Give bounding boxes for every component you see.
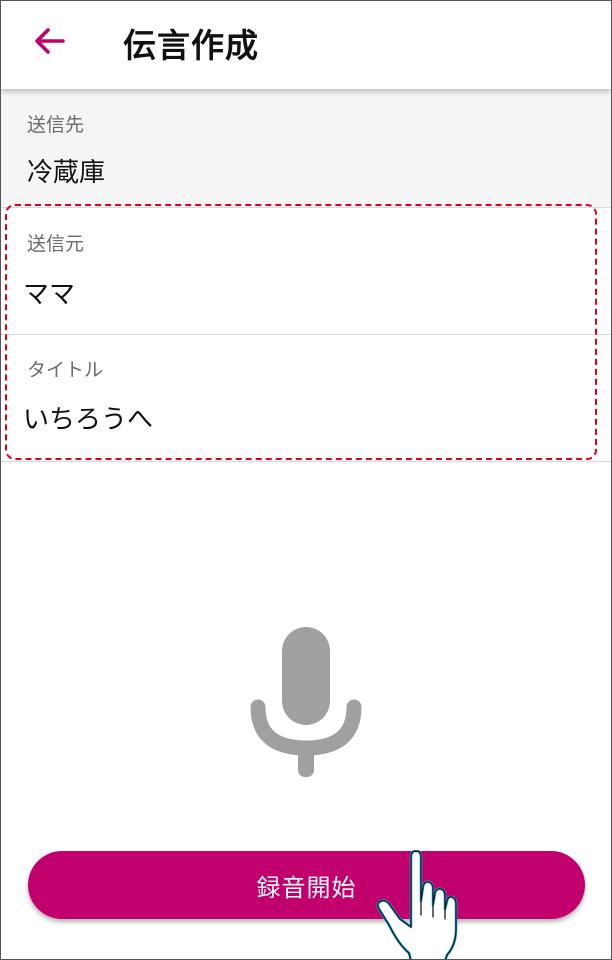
title-input[interactable]: いちろうへ <box>23 399 153 436</box>
title-field[interactable]: タイトル いちろうへ <box>1 335 611 461</box>
start-recording-label: 録音開始 <box>256 873 357 902</box>
app-bar: 伝言作成 <box>1 1 611 89</box>
back-button[interactable] <box>27 23 71 63</box>
title-label: タイトル <box>27 359 104 381</box>
hand-pointer-icon <box>371 849 471 959</box>
screen: 伝言作成 送信先 冷蔵庫 送信元 ママ タイトル いちろうへ 録音開始 <box>0 0 612 960</box>
sender-input[interactable]: ママ <box>23 274 75 311</box>
microphone-icon <box>247 623 365 783</box>
arrow-left-icon <box>33 27 65 59</box>
sender-field[interactable]: 送信元 ママ <box>1 208 611 334</box>
destination-label: 送信先 <box>27 114 85 136</box>
start-recording-button[interactable]: 録音開始 <box>28 851 585 919</box>
destination-value: 冷蔵庫 <box>27 158 106 188</box>
sender-label: 送信元 <box>27 233 85 255</box>
divider <box>1 461 611 462</box>
destination-field: 送信先 冷蔵庫 <box>1 89 611 207</box>
page-title: 伝言作成 <box>123 26 259 65</box>
